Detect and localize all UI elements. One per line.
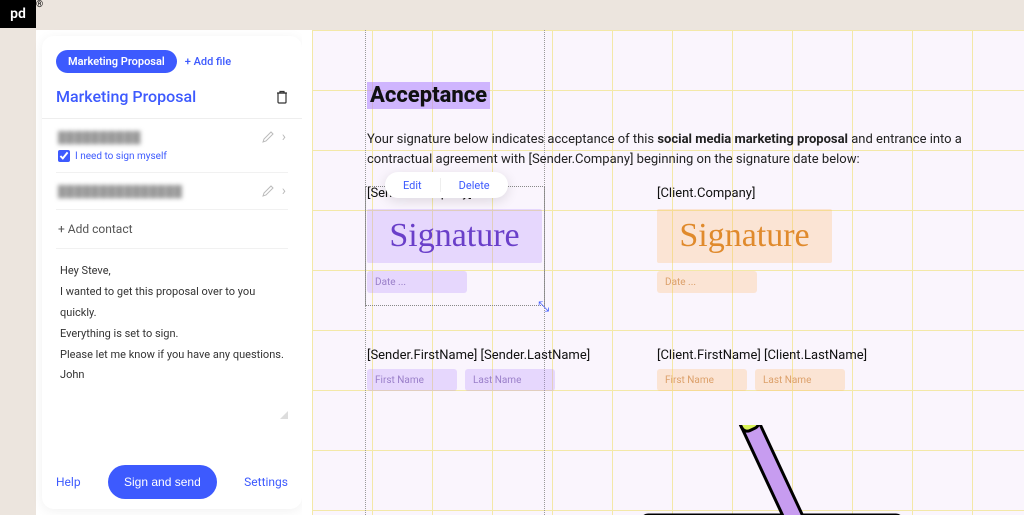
message-textarea[interactable]: Hey Steve, I wanted to get this proposal… [56,249,288,419]
message-line: I wanted to get this proposal over to yo… [60,282,284,324]
sender-signature-field[interactable]: Signature [367,209,542,263]
sender-firstname-field[interactable]: First Name [367,369,457,391]
sender-date-field[interactable]: Date ... [367,271,467,293]
message-line: Hey Steve, [60,261,284,282]
message-line: Everything is set to sign. [60,324,284,345]
settings-link[interactable]: Settings [244,475,288,489]
field-toolbar: Edit Delete [385,172,508,198]
contact-row-1[interactable]: ██████████ › I need to sign myself [56,119,288,173]
edit-button[interactable]: Edit [403,179,422,192]
resize-handle-icon[interactable] [280,411,288,419]
document-tab[interactable]: Marketing Proposal [56,50,177,73]
toolbar-separator [440,178,441,192]
contact-name: ███████████████ [58,185,182,198]
sign-and-send-button[interactable]: Sign and send [108,465,217,499]
contact-name: ██████████ [58,131,141,144]
help-link[interactable]: Help [56,475,81,489]
trash-icon[interactable] [276,90,288,104]
client-firstname-field[interactable]: First Name [657,369,747,391]
sidebar: Marketing Proposal + Add file Marketing … [42,36,302,509]
app-logo: pd [0,0,36,28]
add-contact-button[interactable]: + Add contact [56,210,288,249]
client-signature-field[interactable]: Signature [657,209,832,263]
workspace: Marketing Proposal + Add file Marketing … [36,30,1024,515]
resize-handle-icon[interactable]: ⤡ [538,299,550,311]
chevron-right-icon: › [282,129,286,145]
text: Your signature below indicates acceptanc… [367,132,657,147]
add-file-link[interactable]: + Add file [185,55,231,68]
client-company-label: [Client.Company] [657,186,917,201]
chevron-right-icon: › [282,183,286,199]
contact-row-2[interactable]: ███████████████ › [56,173,288,210]
client-date-field[interactable]: Date ... [657,271,757,293]
sender-lastname-field[interactable]: Last Name [465,369,555,391]
sign-myself-checkbox[interactable] [58,150,70,162]
delete-button[interactable]: Delete [459,179,490,192]
text-bold: social media marketing proposal [657,132,848,147]
guide-line [365,30,366,515]
sign-myself-label: I need to sign myself [75,151,167,162]
signature-illustration [622,425,922,515]
sender-name-label: [Sender.FirstName] [Sender.LastName] [367,348,637,363]
pencil-icon[interactable] [262,131,274,143]
pencil-icon[interactable] [262,185,274,197]
client-name-label: [Client.FirstName] [Client.LastName] [657,348,927,363]
message-line: Please let me know if you have any quest… [60,345,284,366]
register-mark: ® [36,0,43,10]
message-line: John [60,365,284,386]
document-title[interactable]: Marketing Proposal [56,87,196,106]
client-lastname-field[interactable]: Last Name [755,369,845,391]
body-text[interactable]: Your signature below indicates acceptanc… [367,130,974,170]
editor-canvas[interactable]: Acceptance Your signature below indicate… [302,30,1024,515]
section-heading[interactable]: Acceptance [367,82,490,109]
